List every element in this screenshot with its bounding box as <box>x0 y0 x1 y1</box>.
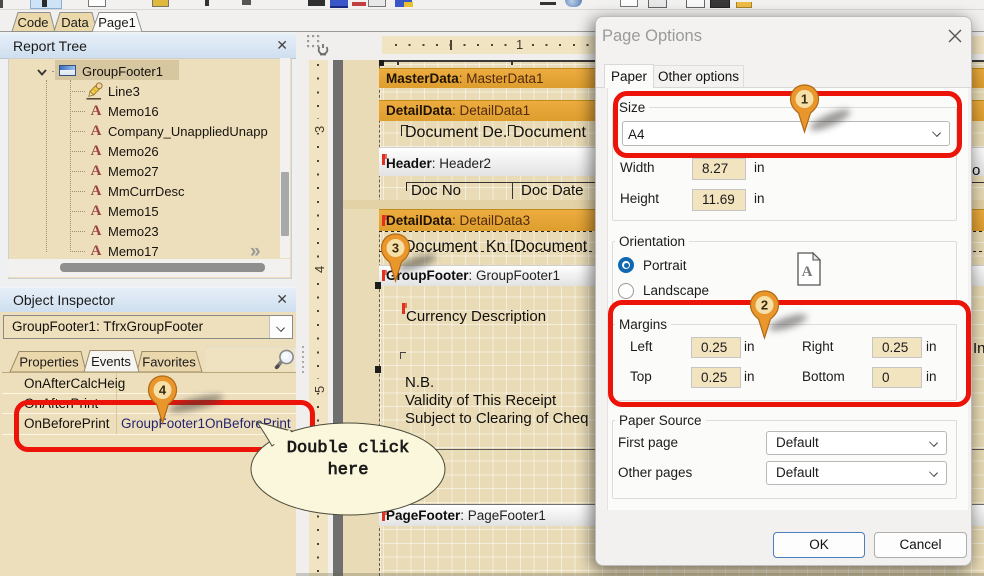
svg-text:4: 4 <box>159 383 167 398</box>
svg-text:2: 2 <box>761 298 768 313</box>
svg-text:Page1: Page1 <box>98 15 136 30</box>
svg-text:A: A <box>802 264 813 280</box>
svg-text:Code: Code <box>17 15 48 30</box>
svg-text:Properties: Properties <box>19 355 79 370</box>
svg-text:Events: Events <box>91 354 131 369</box>
svg-text:3: 3 <box>392 241 399 256</box>
svg-text:here: here <box>328 461 369 480</box>
svg-text:Double click: Double click <box>287 439 409 458</box>
svg-text:Favorites: Favorites <box>142 355 196 370</box>
svg-text:Data: Data <box>61 15 89 30</box>
svg-text:1: 1 <box>801 92 808 107</box>
